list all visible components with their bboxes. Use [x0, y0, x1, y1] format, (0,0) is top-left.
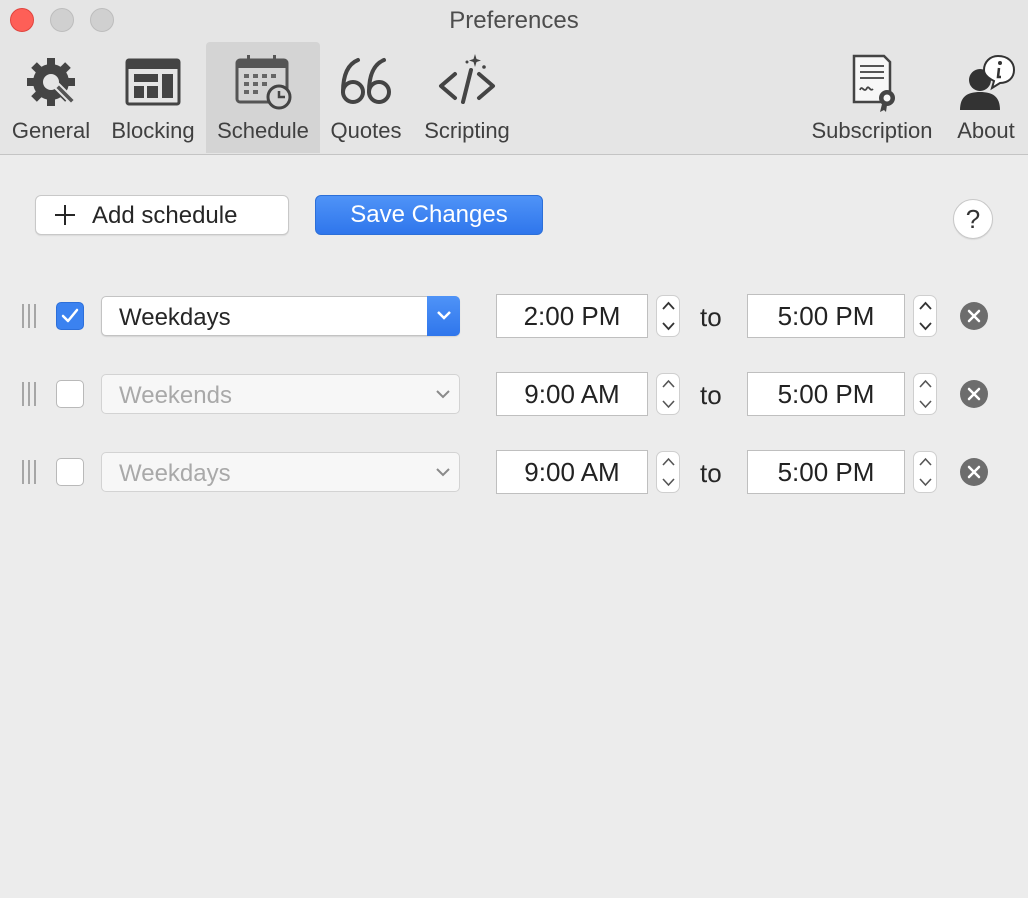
drag-handle-icon[interactable] — [20, 382, 38, 406]
add-schedule-label: Add schedule — [92, 202, 238, 229]
days-select-arrow[interactable] — [427, 296, 460, 336]
checkmark-icon — [61, 308, 79, 323]
schedule-row: Weekdays 2:00 PM to 5:00 PM — [0, 294, 1028, 338]
tab-label: Schedule — [217, 118, 309, 143]
person-info-icon — [960, 54, 1016, 110]
tab-schedule[interactable]: Schedule — [206, 42, 320, 153]
tab-general[interactable]: General — [0, 42, 102, 153]
chevron-up-icon — [662, 301, 675, 310]
end-time-field[interactable]: 5:00 PM — [747, 294, 905, 338]
days-select[interactable]: Weekdays — [101, 296, 460, 336]
tab-quotes[interactable]: Quotes — [323, 42, 409, 153]
chevron-up-icon — [662, 379, 675, 388]
gear-wrench-icon — [27, 58, 77, 106]
end-time-field[interactable]: 5:00 PM — [747, 372, 905, 416]
end-time-stepper[interactable] — [913, 451, 937, 493]
help-button[interactable]: ? — [953, 199, 993, 239]
start-time-field[interactable]: 9:00 AM — [496, 372, 648, 416]
tab-scripting[interactable]: Scripting — [412, 42, 522, 153]
window-title: Preferences — [449, 7, 579, 34]
tab-label: Scripting — [424, 118, 510, 143]
chevron-down-icon — [919, 322, 932, 331]
days-select-value: Weekdays — [119, 304, 231, 331]
schedule-enabled-checkbox[interactable] — [56, 380, 84, 408]
schedule-row: Weekends 9:00 AM to 5:00 PM — [0, 372, 1028, 416]
chevron-down-icon — [436, 468, 450, 477]
range-separator: to — [700, 458, 722, 488]
chevron-down-icon — [662, 478, 675, 487]
days-select-value: Weekends — [119, 382, 232, 409]
days-select[interactable]: Weekdays — [101, 452, 460, 492]
chevron-up-icon — [919, 457, 932, 466]
schedule-enabled-checkbox[interactable] — [56, 302, 84, 330]
tab-label: About — [957, 118, 1015, 143]
chevron-down-icon — [436, 390, 450, 399]
schedule-enabled-checkbox[interactable] — [56, 458, 84, 486]
add-schedule-button[interactable]: Add schedule — [35, 195, 289, 235]
browser-window-icon — [125, 58, 181, 106]
tab-subscription[interactable]: Subscription — [802, 42, 942, 153]
tab-blocking[interactable]: Blocking — [103, 42, 203, 153]
tab-label: Blocking — [111, 118, 195, 143]
start-time-stepper[interactable] — [656, 451, 680, 493]
schedule-row: Weekdays 9:00 AM to 5:00 PM — [0, 450, 1028, 494]
chevron-down-icon — [437, 311, 451, 320]
end-time-stepper[interactable] — [913, 295, 937, 337]
calendar-clock-icon — [235, 55, 292, 110]
remove-schedule-button[interactable] — [960, 380, 988, 408]
start-time-field[interactable]: 9:00 AM — [496, 450, 648, 494]
close-icon — [967, 309, 981, 323]
drag-handle-icon[interactable] — [20, 460, 38, 484]
tab-label: Quotes — [330, 118, 402, 143]
chevron-up-icon — [919, 379, 932, 388]
chevron-down-icon — [919, 400, 932, 409]
window-titlebar: Preferences General Blocking Schedule Qu… — [0, 0, 1028, 155]
chevron-down-icon — [662, 322, 675, 331]
end-time-field[interactable]: 5:00 PM — [747, 450, 905, 494]
start-time-stepper[interactable] — [656, 295, 680, 337]
range-separator: to — [700, 302, 722, 332]
range-separator: to — [700, 380, 722, 410]
tab-about[interactable]: About — [948, 42, 1024, 153]
close-icon — [967, 465, 981, 479]
chevron-up-icon — [919, 301, 932, 310]
close-icon — [967, 387, 981, 401]
certificate-icon — [852, 54, 895, 112]
remove-schedule-button[interactable] — [960, 458, 988, 486]
days-select-value: Weekdays — [119, 460, 231, 487]
days-select[interactable]: Weekends — [101, 374, 460, 414]
tab-label: General — [11, 118, 91, 143]
drag-handle-icon[interactable] — [20, 304, 38, 328]
chevron-up-icon — [662, 457, 675, 466]
start-time-stepper[interactable] — [656, 373, 680, 415]
chevron-down-icon — [919, 478, 932, 487]
save-changes-button[interactable]: Save Changes — [315, 195, 543, 235]
end-time-stepper[interactable] — [913, 373, 937, 415]
start-time-field[interactable]: 2:00 PM — [496, 294, 648, 338]
tab-label: Subscription — [811, 118, 933, 143]
quote-marks-icon — [341, 58, 391, 104]
code-sparkle-icon — [439, 54, 495, 104]
remove-schedule-button[interactable] — [960, 302, 988, 330]
chevron-down-icon — [662, 400, 675, 409]
plus-icon — [55, 205, 75, 225]
